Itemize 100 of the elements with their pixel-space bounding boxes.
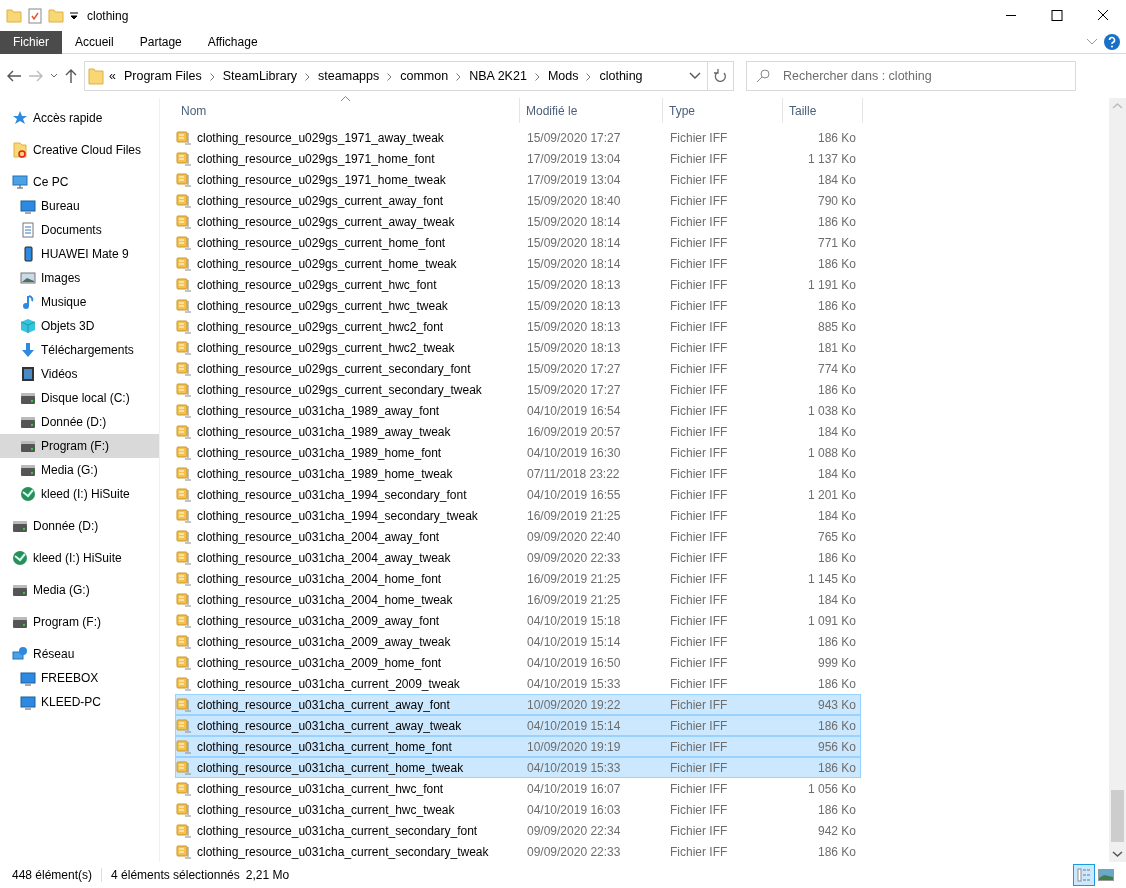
back-icon[interactable] — [6, 69, 22, 83]
details-view-icon[interactable] — [1073, 864, 1095, 886]
sidebar-item[interactable]: kleed (I:) HiSuite — [12, 546, 159, 570]
file-row[interactable]: clothing_resource_u031cha_current_hwc_tweak 04/10/2019 16:03 Fichier IFF 186 Ko — [175, 799, 861, 820]
file-row[interactable]: clothing_resource_u031cha_current_home_font 10/09/2020 19:19 Fichier IFF 956 Ko — [175, 736, 861, 757]
sidebar-item[interactable]: Vidéos — [12, 362, 159, 386]
sidebar-item[interactable]: Accès rapide — [12, 106, 159, 130]
file-row[interactable]: clothing_resource_u029gs_current_home_font 15/09/2020 18:14 Fichier IFF 771 Ko — [175, 232, 861, 253]
file-row[interactable]: clothing_resource_u029gs_1971_away_tweak 15/09/2020 17:27 Fichier IFF 186 Ko — [175, 127, 861, 148]
search-field[interactable]: Rechercher dans : clothing — [746, 61, 1076, 91]
file-row[interactable]: clothing_resource_u031cha_current_2009_tweak 04/10/2019 15:33 Fichier IFF 186 Ko — [175, 673, 861, 694]
properties-icon[interactable] — [28, 7, 42, 24]
file-row[interactable]: clothing_resource_u031cha_current_home_tweak 04/10/2019 15:33 Fichier IFF 186 Ko — [175, 757, 861, 778]
file-row[interactable]: clothing_resource_u029gs_current_away_font 15/09/2020 18:40 Fichier IFF 790 Ko — [175, 190, 861, 211]
dropdown-icon[interactable] — [689, 72, 701, 80]
chevron-right-icon[interactable] — [209, 72, 215, 81]
sidebar-item[interactable]: Donnée (D:) — [12, 514, 159, 538]
thumbnails-view-icon[interactable] — [1098, 869, 1114, 881]
sidebar-item[interactable]: Objets 3D — [12, 314, 159, 338]
sidebar-item[interactable]: Réseau — [12, 642, 159, 666]
sidebar-item[interactable]: Program (F:) — [0, 434, 159, 458]
sidebar-item[interactable]: Donnée (D:) — [12, 410, 159, 434]
file-row[interactable]: clothing_resource_u029gs_current_hwc2_tweak 15/09/2020 18:13 Fichier IFF 181 Ko — [175, 337, 861, 358]
file-row[interactable]: clothing_resource_u031cha_2009_home_font 04/10/2019 16:50 Fichier IFF 999 Ko — [175, 652, 861, 673]
column-header[interactable]: Nom — [175, 98, 520, 123]
folder-icon — [88, 67, 104, 85]
overflow-chevron[interactable]: « — [107, 66, 118, 86]
file-row[interactable]: clothing_resource_u031cha_2004_away_font 09/09/2020 22:40 Fichier IFF 765 Ko — [175, 526, 861, 547]
file-row[interactable]: clothing_resource_u031cha_1989_home_font 04/10/2019 16:30 Fichier IFF 1 088 Ko — [175, 442, 861, 463]
ribbon-tab[interactable]: Partage — [126, 30, 195, 54]
file-row[interactable]: clothing_resource_u029gs_1971_home_font 17/09/2019 13:04 Fichier IFF 1 137 Ko — [175, 148, 861, 169]
expand-ribbon-icon[interactable] — [1086, 38, 1098, 46]
breadcrumb-item[interactable]: clothing — [597, 66, 645, 86]
file-row[interactable]: clothing_resource_u029gs_current_hwc_font 15/09/2020 18:13 Fichier IFF 1 191 Ko — [175, 274, 861, 295]
file-row[interactable]: clothing_resource_u031cha_current_secondary_font 09/09/2020 22:34 Fichier IFF 942 Ko — [175, 820, 861, 841]
file-row[interactable]: clothing_resource_u029gs_current_hwc2_font 15/09/2020 18:13 Fichier IFF 885 Ko — [175, 316, 861, 337]
breadcrumb-item[interactable]: NBA 2K21 — [467, 66, 529, 86]
cube-icon — [20, 318, 36, 334]
chevron-right-icon[interactable] — [456, 72, 462, 81]
sidebar-item[interactable]: Media (G:) — [12, 578, 159, 602]
ribbon-tab[interactable]: Fichier — [0, 30, 62, 54]
file-row[interactable]: clothing_resource_u031cha_1989_away_font 04/10/2019 16:54 Fichier IFF 1 038 Ko — [175, 400, 861, 421]
column-header[interactable]: Modifié le — [520, 98, 663, 123]
sidebar-item[interactable]: Creative Cloud Files — [12, 138, 159, 162]
breadcrumb-item[interactable]: Program Files — [121, 66, 204, 86]
file-row[interactable]: clothing_resource_u031cha_current_hwc_font 04/10/2019 16:07 Fichier IFF 1 056 Ko — [175, 778, 861, 799]
size-cell-text: 186 Ko — [816, 633, 856, 651]
sidebar-item[interactable]: Bureau — [12, 194, 159, 218]
file-row[interactable]: clothing_resource_u029gs_current_secondary_font 15/09/2020 17:27 Fichier IFF 774 Ko — [175, 358, 861, 379]
sidebar-item[interactable]: FREEBOX — [12, 666, 159, 690]
sidebar-item[interactable]: Images — [12, 266, 159, 290]
file-row[interactable]: clothing_resource_u031cha_current_secondary_tweak 09/09/2020 22:33 Fichier IFF 186 Ko — [175, 841, 861, 862]
help-icon[interactable] — [1104, 34, 1120, 50]
ribbon-tab[interactable]: Affichage — [194, 30, 271, 54]
file-row[interactable]: clothing_resource_u031cha_2004_away_tweak 09/09/2020 22:33 Fichier IFF 186 Ko — [175, 547, 861, 568]
column-header[interactable]: Type — [663, 98, 783, 123]
file-row[interactable]: clothing_resource_u031cha_1994_secondary_font 04/10/2019 16:55 Fichier IFF 1 201 Ko — [175, 484, 861, 505]
chevron-right-icon[interactable] — [305, 72, 311, 81]
sidebar-item[interactable]: Program (F:) — [12, 610, 159, 634]
file-row[interactable]: clothing_resource_u031cha_2009_away_font 04/10/2019 15:18 Fichier IFF 1 091 Ko — [175, 610, 861, 631]
monitor-icon — [20, 670, 36, 686]
sidebar-item[interactable]: Disque local (C:) — [12, 386, 159, 410]
dropdown-icon[interactable] — [70, 11, 78, 20]
sidebar-item[interactable]: KLEED-PC — [12, 690, 159, 714]
file-row[interactable]: clothing_resource_u029gs_1971_home_tweak 17/09/2019 13:04 Fichier IFF 184 Ko — [175, 169, 861, 190]
file-row[interactable]: clothing_resource_u031cha_2009_away_tweak 04/10/2019 15:14 Fichier IFF 186 Ko — [175, 631, 861, 652]
chevron-right-icon[interactable] — [534, 72, 540, 81]
file-row[interactable]: clothing_resource_u029gs_current_hwc_tweak 15/09/2020 18:13 Fichier IFF 186 Ko — [175, 295, 861, 316]
file-row[interactable]: clothing_resource_u031cha_1989_away_tweak 16/09/2019 20:57 Fichier IFF 184 Ko — [175, 421, 861, 442]
breadcrumb-item[interactable]: Mods — [545, 66, 581, 86]
vertical-scrollbar[interactable] — [1109, 98, 1126, 862]
breadcrumb-item[interactable]: SteamLibrary — [220, 66, 300, 86]
refresh-icon[interactable] — [714, 69, 727, 83]
file-row[interactable]: clothing_resource_u031cha_current_away_tweak 04/10/2019 15:14 Fichier IFF 186 Ko — [175, 715, 861, 736]
file-row[interactable]: clothing_resource_u031cha_current_away_font 10/09/2020 19:22 Fichier IFF 943 Ko — [175, 694, 861, 715]
date-cell-text: 09/09/2020 22:33 — [526, 549, 622, 567]
size-cell-text: 1 201 Ko — [806, 486, 856, 504]
recent-locations-icon[interactable] — [50, 73, 58, 79]
column-header[interactable]: Taille — [783, 98, 863, 123]
file-row[interactable]: clothing_resource_u029gs_current_away_tweak 15/09/2020 18:14 Fichier IFF 186 Ko — [175, 211, 861, 232]
chevron-right-icon[interactable] — [387, 72, 393, 81]
sidebar-item[interactable]: Ce PC — [12, 170, 159, 194]
file-row[interactable]: clothing_resource_u031cha_1989_home_tweak 07/11/2018 23:22 Fichier IFF 184 Ko — [175, 463, 861, 484]
sidebar-item[interactable]: Téléchargements — [12, 338, 159, 362]
breadcrumb-item[interactable]: common — [398, 66, 451, 86]
chevron-right-icon[interactable] — [586, 72, 592, 81]
file-row[interactable]: clothing_resource_u029gs_current_secondary_tweak 15/09/2020 17:27 Fichier IFF 186 Ko — [175, 379, 861, 400]
ribbon-tab[interactable]: Accueil — [62, 30, 127, 54]
sidebar-item[interactable]: Musique — [12, 290, 159, 314]
sidebar-item[interactable]: kleed (I:) HiSuite — [12, 482, 159, 506]
file-row[interactable]: clothing_resource_u031cha_1994_secondary_tweak 16/09/2019 21:25 Fichier IFF 184 Ko — [175, 505, 861, 526]
file-row[interactable]: clothing_resource_u029gs_current_home_tweak 15/09/2020 18:14 Fichier IFF 186 Ko — [175, 253, 861, 274]
file-row[interactable]: clothing_resource_u031cha_2004_home_font 16/09/2019 21:25 Fichier IFF 1 145 Ko — [175, 568, 861, 589]
file-row[interactable]: clothing_resource_u031cha_2004_home_tweak 16/09/2019 21:25 Fichier IFF 184 Ko — [175, 589, 861, 610]
scrollbar-thumb[interactable] — [1111, 790, 1124, 842]
sidebar-item[interactable]: HUAWEI Mate 9 — [12, 242, 159, 266]
sidebar-item[interactable]: Media (G:) — [12, 458, 159, 482]
up-icon[interactable] — [64, 68, 78, 84]
breadcrumb-item[interactable]: steamapps — [316, 66, 382, 86]
sidebar-item[interactable]: Documents — [12, 218, 159, 242]
